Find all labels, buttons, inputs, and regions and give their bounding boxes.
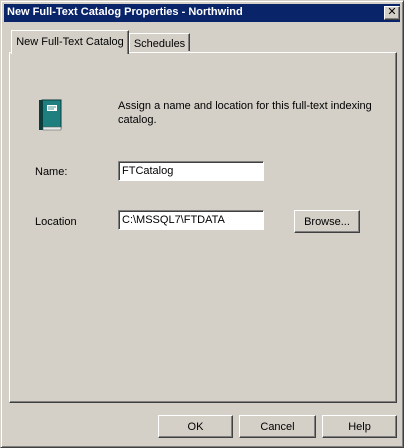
window-title: New Full-Text Catalog Properties - North… — [7, 6, 243, 18]
title-bar[interactable]: New Full-Text Catalog Properties - North… — [4, 4, 400, 22]
name-label: Name: — [35, 166, 68, 178]
tab-panel: Assign a name and location for this full… — [9, 52, 397, 403]
cancel-button[interactable]: Cancel — [239, 415, 316, 438]
tab-new-full-text-catalog[interactable]: New Full-Text Catalog — [11, 30, 129, 54]
ok-button[interactable]: OK — [158, 415, 233, 438]
catalog-description: Assign a name and location for this full… — [118, 100, 372, 126]
location-label: Location — [35, 216, 77, 228]
tab-label: New Full-Text Catalog — [16, 36, 124, 48]
browse-button[interactable]: Browse... — [294, 210, 360, 233]
location-input[interactable] — [118, 210, 264, 230]
close-icon: ✕ — [387, 6, 397, 18]
catalog-book-icon — [39, 99, 62, 131]
help-button[interactable]: Help — [322, 415, 397, 438]
name-input[interactable] — [118, 161, 264, 181]
tab-label: Schedules — [133, 38, 186, 50]
dialog-window: New Full-Text Catalog Properties - North… — [0, 0, 404, 448]
tab-schedules[interactable]: Schedules — [129, 33, 190, 51]
close-button[interactable]: ✕ — [384, 6, 400, 20]
